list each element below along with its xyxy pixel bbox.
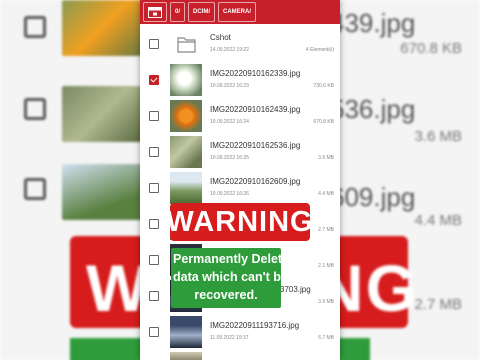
select-checkbox[interactable] [149, 39, 159, 49]
select-checkbox[interactable] [149, 219, 159, 229]
image-thumbnail [170, 352, 202, 360]
image-thumbnail [170, 64, 202, 96]
file-size: 2.7 MB [318, 227, 334, 233]
bg-filename: 439.jpg [330, 8, 416, 38]
select-checkbox-checked[interactable] [149, 75, 159, 85]
image-thumbnail [170, 100, 202, 132]
list-item-file[interactable]: IMG20220910162536.jpg 10.09.2022 16:25 3… [140, 135, 340, 171]
select-checkbox[interactable] [149, 183, 159, 193]
image-thumbnail [170, 136, 202, 168]
file-size: 6.7 MB [318, 335, 334, 341]
list-item-file[interactable]: IMG20220910162439.jpg 10.09.2022 16:24 6… [140, 99, 340, 135]
message-line: Permanently Delete [173, 252, 290, 266]
file-name: IMG20220910162439.jpg [210, 105, 301, 114]
bg-filename: 609.jpg [330, 182, 416, 212]
bg-thumbnail [62, 86, 142, 142]
warning-text: WARNING [166, 205, 314, 238]
breadcrumb-dcim[interactable]: DCIM/ [188, 2, 216, 22]
folder-icon [170, 28, 202, 60]
bg-checkbox [24, 178, 46, 200]
file-date: 14.09.2022 19:22 [210, 47, 249, 53]
warning-banner: WARNING [166, 203, 313, 241]
message-line: data which can't be [173, 270, 288, 284]
file-name: IMG20220910162339.jpg [210, 69, 301, 78]
bg-filesize: 670.8 KB [400, 40, 462, 57]
bg-thumbnail [62, 164, 142, 220]
file-date: 10.09.2022 16:25 [210, 155, 249, 161]
breadcrumb-root[interactable]: 0/ [170, 2, 186, 22]
select-checkbox[interactable] [149, 147, 159, 157]
bg-filename: 536.jpg [330, 94, 416, 124]
file-name: IMG20220910162609.jpg [210, 177, 301, 186]
file-name: IMG20220910162536.jpg [210, 141, 301, 150]
list-item-file[interactable]: IMG20220910162609.jpg 10.09.2022 16:26 4… [140, 171, 340, 207]
message-line: recovered. [194, 288, 258, 302]
select-checkbox[interactable] [149, 327, 159, 337]
file-date: 10.09.2022 16:26 [210, 191, 249, 197]
list-item-file[interactable]: IMG20220910162339.jpg 10.09.2022 16:23 7… [140, 63, 340, 99]
storage-home-button[interactable] [143, 2, 167, 22]
file-name: Cshot [210, 33, 231, 42]
file-size: 4.4 MB [318, 191, 334, 197]
path-bar: 0/ DCIM/ CAMERA/ [140, 0, 340, 24]
image-thumbnail [170, 172, 202, 204]
list-item-folder[interactable]: Cshot 14.09.2022 19:22 4 Elementi(i) [140, 27, 340, 63]
file-size: 3.9 MB [318, 299, 334, 305]
image-thumbnail [170, 316, 202, 348]
file-size: 730.6 KB [313, 83, 334, 89]
select-checkbox[interactable] [149, 291, 159, 301]
message-banner: Permanently Delete data which can't be r… [171, 248, 290, 308]
file-date: 10.09.2022 16:24 [210, 119, 249, 125]
select-checkbox[interactable] [149, 111, 159, 121]
video-frame: 439.jpg 670.8 KB 536.jpg 3.6 MB 609.jpg … [0, 0, 480, 360]
bg-checkbox [24, 98, 46, 120]
select-checkbox[interactable] [149, 255, 159, 265]
breadcrumb-camera[interactable]: CAMERA/ [218, 2, 257, 22]
bg-checkbox [24, 16, 46, 38]
file-name: 3703.jpg [280, 285, 311, 294]
file-size: 4 Elementi(i) [305, 47, 334, 53]
storage-icon [148, 6, 162, 18]
file-size: 670.8 KB [313, 119, 334, 125]
bg-thumbnail [62, 0, 142, 56]
bg-filesize: 2.7 MB [414, 296, 462, 313]
file-size: 2.1 MB [318, 263, 334, 269]
bg-filesize: 3.6 MB [414, 128, 462, 145]
file-date: 11.09.2022 19:37 [210, 335, 249, 341]
file-date: 10.09.2022 16:23 [210, 83, 249, 89]
bg-filesize: 4.4 MB [414, 212, 462, 229]
list-item-file[interactable]: IMG20220911193716.jpg 11.09.2022 19:37 6… [140, 315, 340, 351]
file-size: 3.6 MB [318, 155, 334, 161]
file-name: IMG20220911193716.jpg [210, 321, 300, 330]
